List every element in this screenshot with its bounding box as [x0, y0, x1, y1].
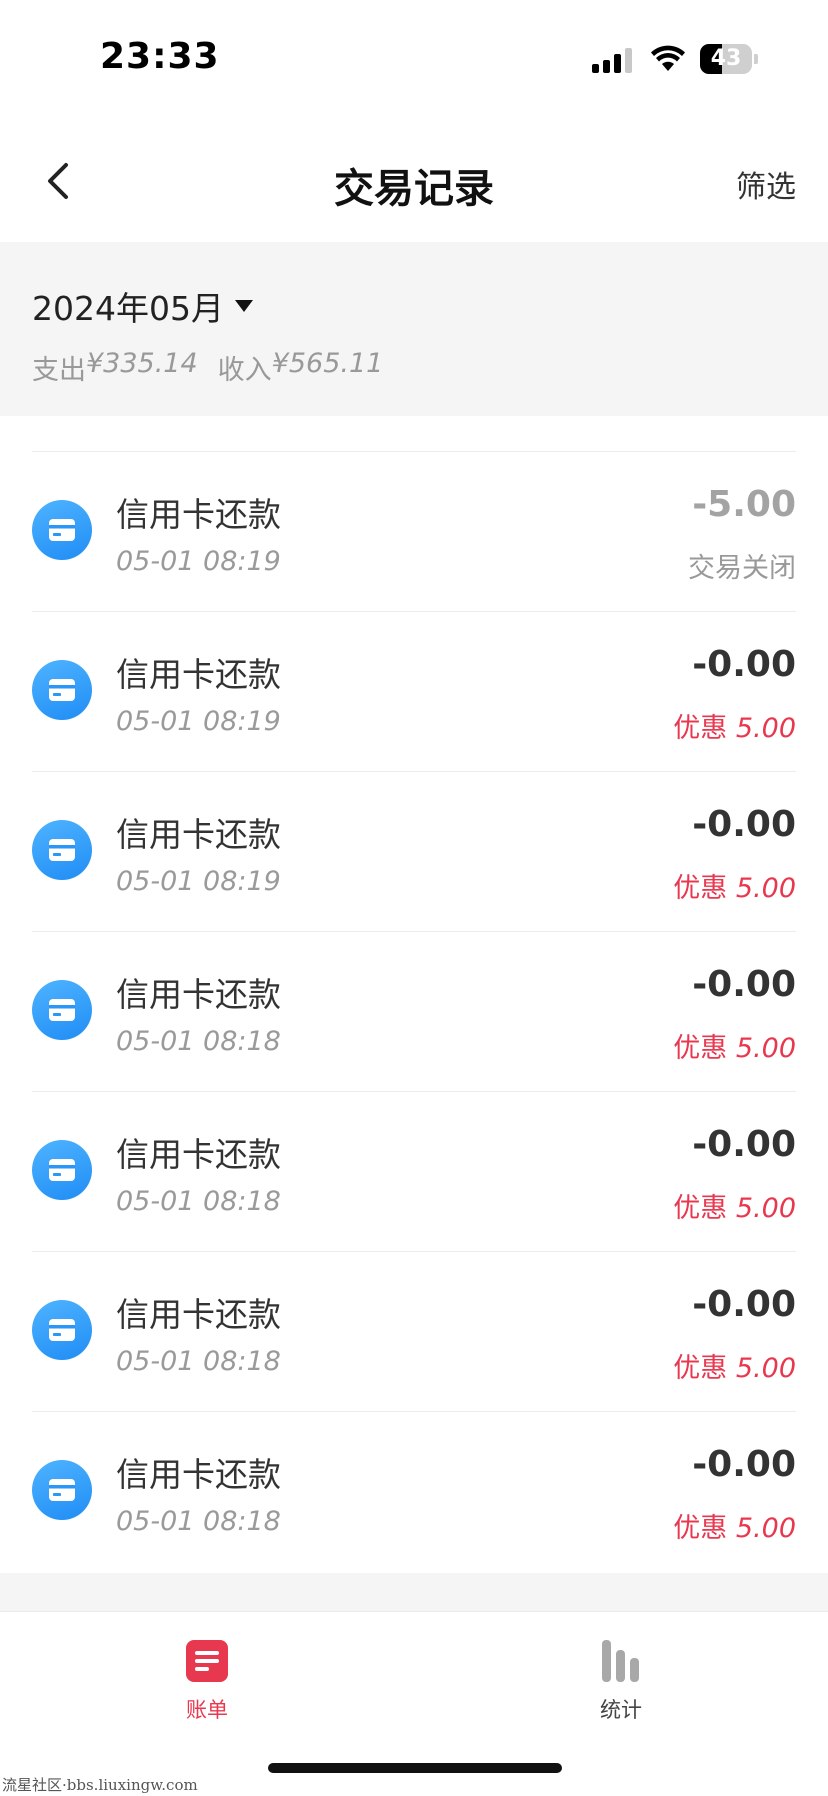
- transaction-time: 05-01 08:19: [116, 706, 281, 737]
- income-label: 收入: [217, 355, 272, 386]
- transaction-row[interactable]: 信用卡还款 05-01 08:19 -0.00 优惠 5.00: [32, 772, 796, 932]
- summary-totals: 支出 ¥335.14 收入 ¥565.11: [32, 348, 383, 387]
- transaction-name: 信用卡还款: [116, 655, 281, 694]
- transaction-amount: -0.00: [692, 1124, 796, 1165]
- bill-icon: [186, 1640, 228, 1682]
- transaction-amount: -0.00: [692, 1444, 796, 1485]
- transaction-amount: -0.00: [692, 964, 796, 1005]
- credit-card-icon: [32, 1460, 92, 1520]
- discount-label: 优惠: [673, 873, 728, 904]
- page-title: 交易记录: [334, 166, 494, 212]
- credit-card-icon: [32, 1300, 92, 1360]
- transaction-amount: -0.00: [692, 1284, 796, 1325]
- transaction-name: 信用卡还款: [116, 495, 281, 534]
- transaction-amount: -0.00: [692, 804, 796, 845]
- transaction-row[interactable]: 信用卡还款 05-01 08:18 -0.00 优惠 5.00: [32, 1092, 796, 1252]
- nav-bar: 交易记录 筛选: [0, 120, 828, 242]
- discount-amount: 5.00: [735, 1353, 796, 1384]
- month-summary: 2024年05月 支出 ¥335.14 收入 ¥565.11: [0, 242, 828, 416]
- list-footer-spacer: [0, 1573, 828, 1611]
- wifi-icon: [651, 45, 685, 71]
- transaction-name: 信用卡还款: [116, 815, 281, 854]
- transaction-status: 优惠 5.00: [673, 1346, 796, 1385]
- battery-percent: 43: [710, 46, 742, 71]
- credit-card-icon: [32, 1140, 92, 1200]
- tab-bill[interactable]: 账单: [147, 1638, 267, 1724]
- expense-amount: ¥335.14: [86, 348, 198, 379]
- home-indicator[interactable]: [268, 1763, 562, 1773]
- transaction-status: 优惠 5.00: [673, 706, 796, 745]
- watermark: 流星社区·bbs.liuxingw.com: [2, 1776, 198, 1794]
- discount-label: 优惠: [673, 1033, 728, 1064]
- tab-stats[interactable]: 统计: [561, 1638, 681, 1724]
- credit-card-icon: [32, 660, 92, 720]
- status-time: 23:33: [100, 36, 220, 77]
- transaction-time: 05-01 08:19: [116, 546, 281, 577]
- transaction-time: 05-01 08:18: [116, 1346, 281, 1377]
- discount-label: 优惠: [673, 1193, 728, 1224]
- expense-label: 支出: [32, 355, 86, 386]
- transaction-status: 优惠 5.00: [673, 1506, 796, 1545]
- filter-button[interactable]: 筛选: [736, 162, 796, 206]
- transaction-list: 信用卡还款 05-01 08:19 -5.00 交易关闭 信用卡还款 05-01…: [0, 416, 828, 1571]
- chevron-left-icon: [48, 163, 68, 199]
- tab-bill-label: 账单: [186, 1698, 228, 1722]
- status-bar: 23:33 43: [0, 0, 828, 120]
- discount-amount: 5.00: [735, 873, 796, 904]
- back-button[interactable]: [34, 148, 94, 214]
- transaction-row[interactable]: 信用卡还款 05-01 08:19 -5.00 交易关闭: [32, 452, 796, 612]
- discount-label: 优惠: [673, 1353, 728, 1384]
- transaction-time: 05-01 08:18: [116, 1186, 281, 1217]
- transaction-row[interactable]: 信用卡还款 05-01 08:18 -0.00 优惠 5.00: [32, 932, 796, 1092]
- transaction-amount: -5.00: [692, 484, 796, 525]
- discount-label: 优惠: [673, 1513, 728, 1544]
- discount-amount: 5.00: [735, 1033, 796, 1064]
- transaction-status: 交易关闭: [688, 553, 796, 584]
- bar-chart-icon: [602, 1640, 639, 1682]
- transaction-amount: -0.00: [692, 644, 796, 685]
- month-picker[interactable]: 2024年05月: [32, 282, 254, 330]
- transaction-time: 05-01 08:18: [116, 1026, 281, 1057]
- credit-card-icon: [32, 980, 92, 1040]
- transaction-row[interactable]: 信用卡还款 05-01 08:18 -0.00 优惠 5.00: [32, 1412, 796, 1571]
- tab-stats-label: 统计: [600, 1698, 642, 1722]
- transaction-status: 优惠 5.00: [673, 866, 796, 905]
- transaction-time: 05-01 08:18: [116, 1506, 281, 1537]
- transaction-name: 信用卡还款: [116, 1295, 281, 1334]
- discount-amount: 5.00: [735, 1513, 796, 1544]
- income-amount: ¥565.11: [271, 348, 384, 379]
- credit-card-icon: [32, 500, 92, 560]
- discount-amount: 5.00: [735, 713, 796, 744]
- discount-label: 优惠: [673, 713, 728, 744]
- caret-down-icon: [234, 300, 253, 312]
- transaction-name: 信用卡还款: [116, 1455, 281, 1494]
- transaction-row[interactable]: 信用卡还款 05-01 08:18 -0.00 优惠 5.00: [32, 1252, 796, 1412]
- battery-indicator: 43: [700, 44, 758, 76]
- transaction-status: 优惠 5.00: [673, 1026, 796, 1065]
- transaction-name: 信用卡还款: [116, 975, 281, 1014]
- discount-amount: 5.00: [735, 1193, 796, 1224]
- credit-card-icon: [32, 820, 92, 880]
- month-label: 2024年05月: [32, 289, 224, 328]
- transaction-status: 优惠 5.00: [673, 1186, 796, 1225]
- transaction-name: 信用卡还款: [116, 1135, 281, 1174]
- transaction-row[interactable]: 信用卡还款 05-01 08:19 -0.00 优惠 5.00: [32, 612, 796, 772]
- transaction-time: 05-01 08:19: [116, 866, 281, 897]
- signal-icon: [592, 48, 632, 73]
